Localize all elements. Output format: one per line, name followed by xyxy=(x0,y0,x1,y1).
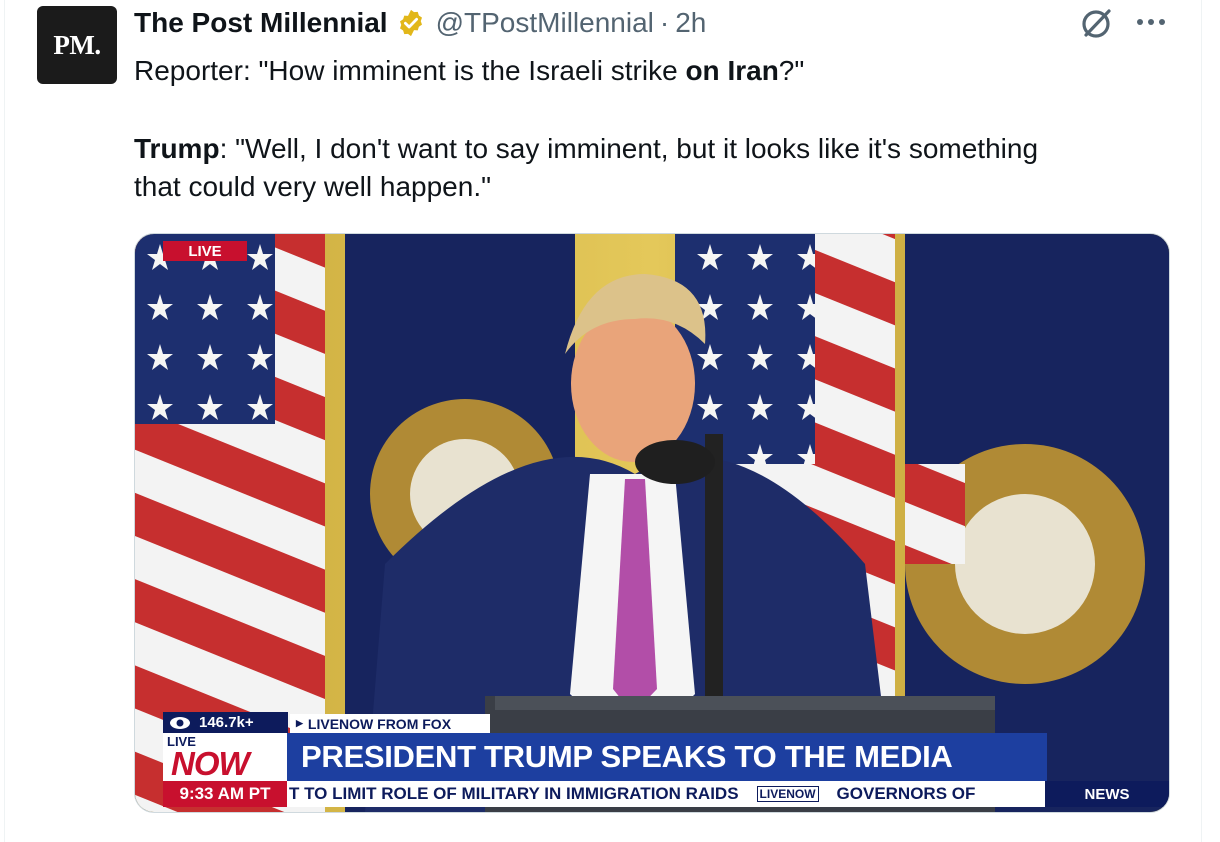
author-handle[interactable]: @TPostMillennial xyxy=(436,7,654,39)
clock-label: 9:33 AM PT xyxy=(163,781,287,807)
video-player[interactable]: LIVE 146.7k+ ▶ LIVENOW FROM FOX LIVE NOW… xyxy=(134,233,1170,813)
headline-banner: PRESIDENT TRUMP SPEAKS TO THE MEDIA xyxy=(287,733,1047,781)
play-icon: ▶ xyxy=(296,718,303,728)
tweet-header: The Post Millennial @TPostMillennial · 2… xyxy=(134,3,706,43)
source-label: ▶ LIVENOW FROM FOX xyxy=(290,714,490,733)
eye-icon xyxy=(169,716,191,730)
more-options-icon[interactable] xyxy=(1133,10,1169,34)
live-badge: LIVE xyxy=(163,241,247,261)
news-ticker: T TO LIMIT ROLE OF MILITARY IN IMMIGRATI… xyxy=(287,781,1045,807)
timestamp[interactable]: 2h xyxy=(675,7,706,39)
separator-dot: · xyxy=(659,7,670,38)
tweet-text-reporter: Reporter: "How imminent is the Israeli s… xyxy=(134,55,805,86)
avatar[interactable]: PM. xyxy=(37,6,117,84)
livenow-logo: LIVE NOW xyxy=(163,733,287,782)
ticker-logo: LIVENOW xyxy=(756,786,819,802)
news-label: NEWS xyxy=(1045,781,1169,807)
news-lower-third: 146.7k+ ▶ LIVENOW FROM FOX LIVE NOW PRES… xyxy=(135,712,1169,812)
tweet-text-trump: Trump: "Well, I don't want to say immine… xyxy=(134,133,1039,164)
tweet-text-trump-continued: that could very well happen." xyxy=(134,171,492,202)
verified-badge-icon xyxy=(396,8,426,38)
view-count: 146.7k+ xyxy=(163,712,288,733)
author-name[interactable]: The Post Millennial xyxy=(134,7,388,39)
grok-icon[interactable] xyxy=(1078,4,1116,42)
